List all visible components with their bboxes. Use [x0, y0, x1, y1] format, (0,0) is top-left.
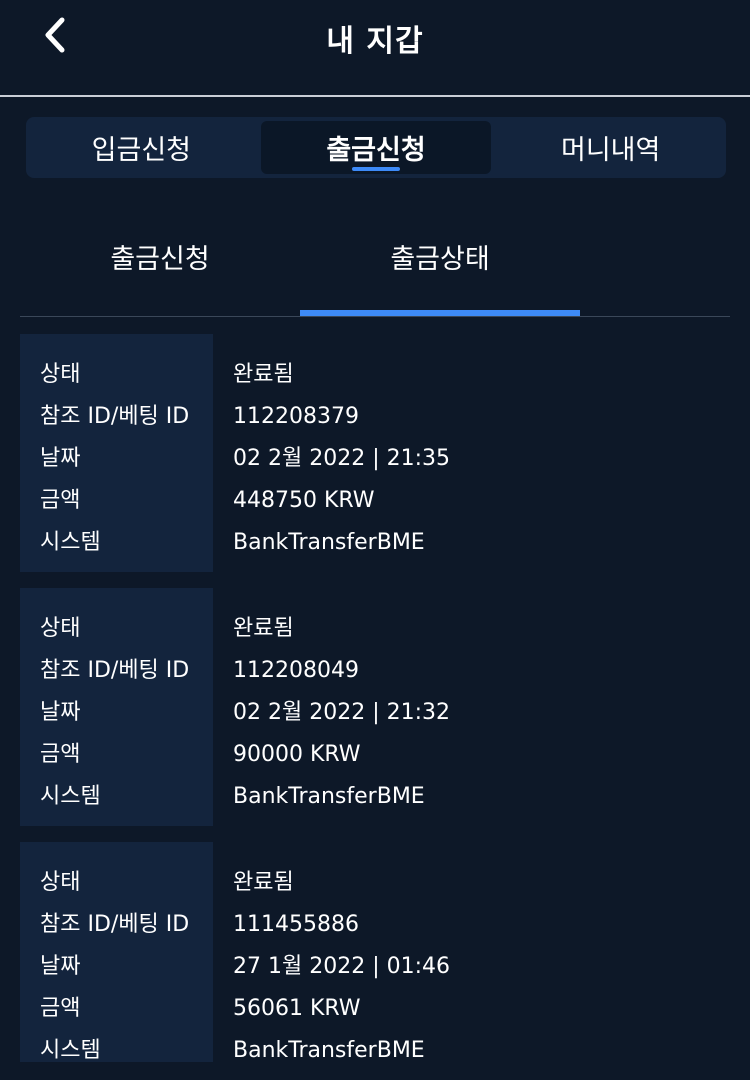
- amount-value: 90000 KRW: [233, 742, 361, 767]
- amount-label: 금액: [40, 996, 81, 1021]
- tab-withdraw-request[interactable]: 출금신청: [260, 121, 492, 174]
- amount-label: 금액: [40, 488, 81, 513]
- withdraw-record: 상태 완료됨 참조 ID/베팅 ID 112208049 날짜 02 2월 20…: [20, 588, 730, 826]
- app-header: 내 지갑: [0, 0, 750, 97]
- date-value: 02 2월 2022 | 21:35: [233, 446, 451, 471]
- status-row: 상태 완료됨: [20, 354, 730, 396]
- date-row: 날짜 27 1월 2022 | 01:46: [20, 946, 730, 988]
- status-value: 완료됨: [233, 362, 294, 387]
- subtab-withdraw-status[interactable]: 출금상태: [300, 205, 580, 316]
- amount-label: 금액: [40, 742, 81, 767]
- reference-row: 참조 ID/베팅 ID 111455886: [20, 904, 730, 946]
- amount-value: 448750 KRW: [233, 488, 375, 513]
- status-label: 상태: [40, 362, 81, 387]
- amount-row: 금액 56061 KRW: [20, 988, 730, 1030]
- amount-row: 금액 448750 KRW: [20, 480, 730, 522]
- date-label: 날짜: [40, 954, 81, 979]
- tab-money-history[interactable]: 머니내역: [495, 121, 726, 174]
- system-value: BankTransferBME: [233, 1038, 425, 1063]
- subtab-withdraw-request[interactable]: 출금신청: [20, 205, 300, 316]
- date-label: 날짜: [40, 446, 81, 471]
- reference-value: 112208379: [233, 404, 359, 429]
- system-row: 시스템 BankTransferBME: [20, 522, 730, 564]
- reference-value: 112208049: [233, 658, 359, 683]
- date-value: 27 1월 2022 | 01:46: [233, 954, 451, 979]
- reference-value: 111455886: [233, 912, 359, 937]
- reference-label: 참조 ID/베팅 ID: [40, 912, 190, 937]
- withdraw-record: 상태 완료됨 참조 ID/베팅 ID 112208379 날짜 02 2월 20…: [20, 334, 730, 572]
- system-row: 시스템 BankTransferBME: [20, 776, 730, 818]
- status-row: 상태 완료됨: [20, 608, 730, 650]
- status-label: 상태: [40, 870, 81, 895]
- status-value: 완료됨: [233, 616, 294, 641]
- tab-deposit-request[interactable]: 입금신청: [26, 121, 257, 174]
- withdraw-record: 상태 완료됨 참조 ID/베팅 ID 111455886 날짜 27 1월 20…: [20, 842, 730, 1080]
- reference-row: 참조 ID/베팅 ID 112208379: [20, 396, 730, 438]
- system-label: 시스템: [40, 1038, 101, 1063]
- amount-value: 56061 KRW: [233, 996, 361, 1021]
- page-title: 내 지갑: [326, 24, 424, 59]
- wallet-tab-bar: 입금신청 출금신청 머니내역: [26, 117, 726, 178]
- amount-row: 금액 90000 KRW: [20, 734, 730, 776]
- system-value: BankTransferBME: [233, 530, 425, 555]
- date-row: 날짜 02 2월 2022 | 21:35: [20, 438, 730, 480]
- system-value: BankTransferBME: [233, 784, 425, 809]
- reference-label: 참조 ID/베팅 ID: [40, 404, 190, 429]
- system-label: 시스템: [40, 530, 101, 555]
- date-label: 날짜: [40, 700, 81, 725]
- system-label: 시스템: [40, 784, 101, 809]
- reference-label: 참조 ID/베팅 ID: [40, 658, 190, 683]
- date-row: 날짜 02 2월 2022 | 21:32: [20, 692, 730, 734]
- status-row: 상태 완료됨: [20, 862, 730, 904]
- date-value: 02 2월 2022 | 21:32: [233, 700, 451, 725]
- withdraw-sub-tab-bar: 출금신청 출금상태: [20, 205, 730, 317]
- status-label: 상태: [40, 616, 81, 641]
- system-row: 시스템 BankTransferBME: [20, 1030, 730, 1072]
- status-value: 완료됨: [233, 870, 294, 895]
- reference-row: 참조 ID/베팅 ID 112208049: [20, 650, 730, 692]
